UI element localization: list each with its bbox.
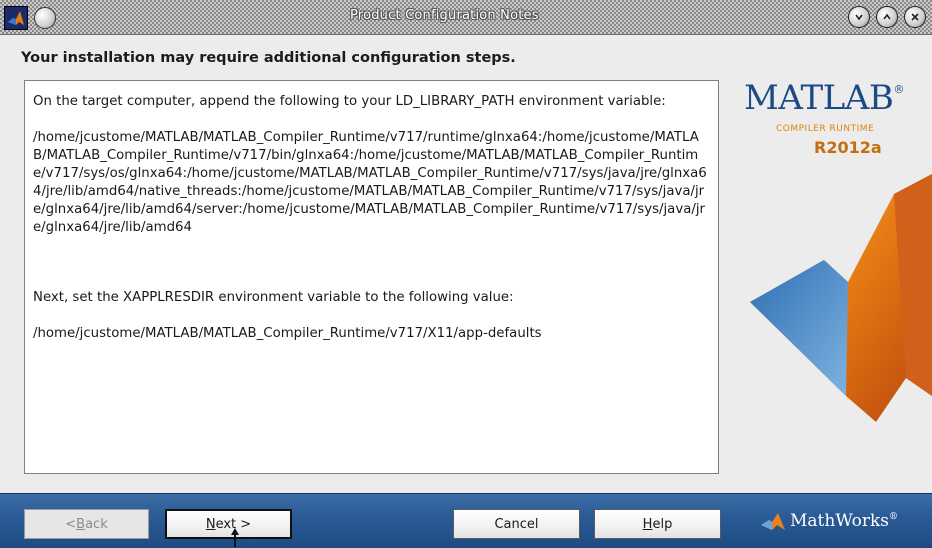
wizard-footer: < Back Next > Cancel Help MathWorks® (0, 493, 932, 548)
matlab-app-icon[interactable] (4, 6, 28, 30)
mathworks-membrane-icon (761, 513, 785, 530)
matlab-membrane-logo-icon (750, 174, 932, 422)
ld-library-path-instruction: On the target computer, append the follo… (33, 94, 666, 109)
mouse-cursor-icon (231, 528, 239, 547)
compiler-runtime-label: COMPILER RUNTIME (776, 124, 875, 134)
help-button[interactable]: Help (594, 509, 721, 539)
window-title: Product Configuration Notes (350, 8, 539, 23)
xapplresdir-instruction: Next, set the XAPPLRESDIR environment va… (33, 290, 514, 305)
title-bar-left-controls (4, 6, 56, 30)
next-button[interactable]: Next > (165, 509, 292, 539)
release-label: R2012a (814, 138, 882, 157)
xapplresdir-value: /home/jcustome/MATLAB/MATLAB_Compiler_Ru… (33, 326, 542, 341)
close-icon[interactable] (904, 6, 926, 28)
minimize-icon[interactable] (848, 6, 870, 28)
maximize-icon[interactable] (876, 6, 898, 28)
title-bar-right-controls (848, 6, 926, 28)
ld-library-path-value: /home/jcustome/MATLAB/MATLAB_Compiler_Ru… (33, 130, 707, 235)
mathworks-wordmark: MathWorks® (790, 511, 899, 531)
page-heading: Your installation may require additional… (21, 50, 516, 66)
mathworks-logo: MathWorks® (760, 511, 898, 531)
window-menu-icon[interactable] (34, 7, 56, 29)
matlab-logo-panel: MATLAB® COMPILER RUNTIME R2012a (728, 74, 932, 486)
matlab-wordmark: MATLAB® (744, 78, 904, 118)
cancel-button[interactable]: Cancel (453, 509, 580, 539)
title-bar[interactable]: Product Configuration Notes (0, 0, 932, 35)
back-button: < Back (24, 509, 149, 539)
configuration-notes-textarea[interactable]: On the target computer, append the follo… (24, 80, 719, 474)
